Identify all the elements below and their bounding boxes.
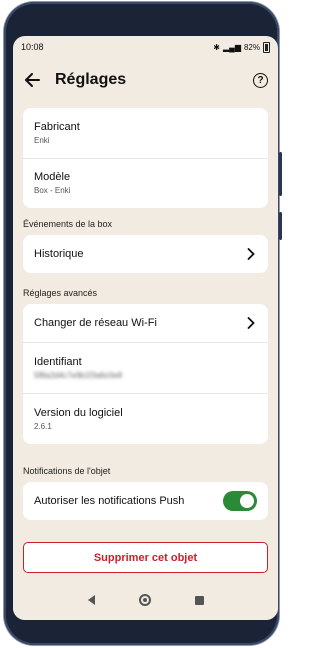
notifications-section-title: Notifications de l'objet [23, 466, 111, 476]
identifier-row: Identifiant 5f8a2d4c7e9b1f3a6c0e8 [23, 342, 268, 393]
volume-button [279, 152, 282, 196]
nav-recents-icon[interactable] [194, 595, 204, 605]
push-notifications-row: Autoriser les notifications Push [23, 482, 268, 520]
signal-icon: ▂▄▆ [223, 42, 241, 52]
manufacturer-value: Enki [34, 136, 50, 145]
software-version-label: Version du logiciel [34, 406, 123, 419]
back-arrow-icon [25, 73, 40, 87]
bluetooth-icon: ✱ [213, 42, 220, 52]
advanced-card: Changer de réseau Wi-Fi Identifiant 5f8a… [23, 304, 268, 444]
status-icons: ✱ ▂▄▆ 82% [213, 41, 270, 53]
battery-label: 82% [243, 42, 260, 52]
advanced-section-title: Réglages avancés [23, 288, 98, 298]
delete-object-button[interactable]: Supprimer cet objet [23, 542, 268, 573]
events-card: Historique [23, 235, 268, 273]
history-row[interactable]: Historique [23, 235, 268, 273]
notifications-card: Autoriser les notifications Push [23, 482, 268, 520]
toggle-knob [240, 494, 254, 508]
nav-home-icon[interactable] [138, 594, 151, 606]
app-bar: Réglages ? [13, 58, 278, 102]
model-row: Modèle Box - Enki [23, 158, 268, 208]
system-nav-bar [13, 580, 278, 620]
nav-back-icon[interactable] [87, 595, 95, 605]
battery-icon [263, 41, 270, 53]
help-button[interactable]: ? [253, 72, 268, 88]
push-notifications-toggle[interactable] [223, 491, 257, 511]
page-title: Réglages [55, 71, 127, 88]
status-bar: 10:08 ✱ ▂▄▆ 82% [13, 36, 278, 58]
wifi-row[interactable]: Changer de réseau Wi-Fi [23, 304, 268, 342]
screen: 10:08 ✱ ▂▄▆ 82% Réglages ? Fabricant Enk… [13, 36, 278, 620]
device-info-card: Fabricant Enki Modèle Box - Enki [23, 108, 268, 208]
phone-frame: 10:08 ✱ ▂▄▆ 82% Réglages ? Fabricant Enk… [4, 2, 282, 645]
software-version-row: Version du logiciel 2.6.1 [23, 393, 268, 444]
model-label: Modèle [34, 171, 71, 183]
chevron-right-icon [245, 317, 257, 329]
model-value: Box - Enki [34, 186, 71, 195]
push-notifications-label: Autoriser les notifications Push [34, 495, 185, 507]
events-section-title: Événements de la box [23, 219, 113, 229]
chevron-right-icon [245, 248, 257, 260]
history-label: Historique [34, 248, 84, 260]
software-version-value: 2.6.1 [34, 421, 52, 431]
status-time: 10:08 [21, 42, 44, 52]
manufacturer-label: Fabricant [34, 121, 80, 133]
back-arrow-button[interactable] [21, 69, 43, 91]
identifier-value: 5f8a2d4c7e9b1f3a6c0e8 [34, 370, 123, 380]
identifier-label: Identifiant [34, 355, 82, 368]
power-button [279, 212, 282, 240]
manufacturer-row: Fabricant Enki [23, 108, 268, 158]
wifi-label: Changer de réseau Wi-Fi [34, 317, 157, 329]
